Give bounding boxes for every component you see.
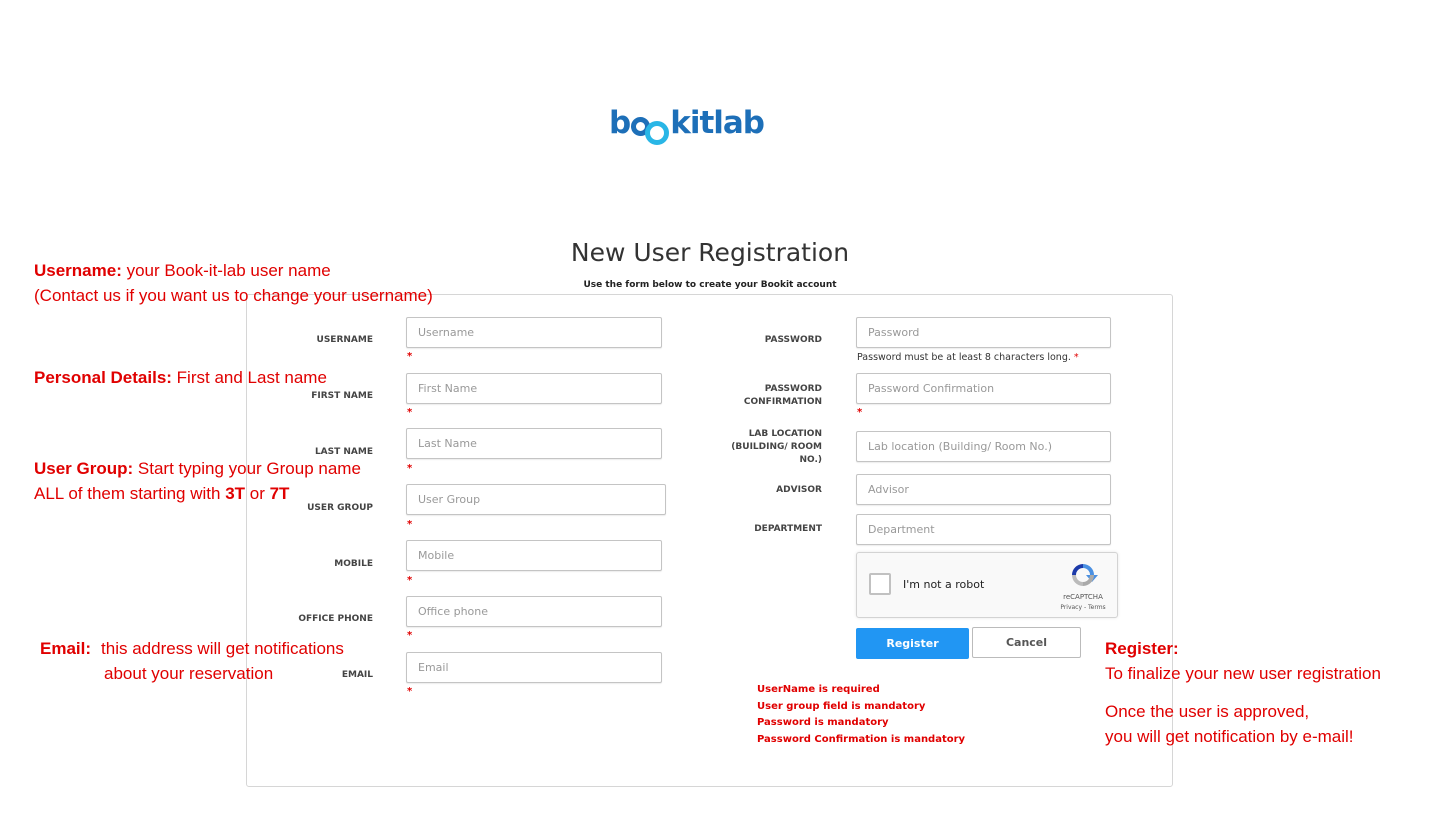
- first-name-label: FIRST NAME: [311, 391, 373, 401]
- mobile-input[interactable]: [406, 540, 662, 571]
- department-input[interactable]: [856, 514, 1111, 545]
- username-input[interactable]: [406, 317, 662, 348]
- mobile-label: MOBILE: [334, 559, 373, 569]
- office-phone-input[interactable]: [406, 596, 662, 627]
- annotation-user-group: User Group: Start typing your Group name…: [34, 459, 361, 503]
- page-title: New User Registration: [570, 238, 850, 267]
- last-name-input[interactable]: [406, 428, 662, 459]
- password-label: PASSWORD: [764, 335, 822, 345]
- office-phone-label: OFFICE PHONE: [298, 614, 373, 624]
- page-subtitle: Use the form below to create your Bookit…: [583, 280, 837, 290]
- annotation-personal-details: Personal Details: First and Last name: [34, 368, 327, 387]
- annotation-email: Email: this address will get notification…: [40, 639, 344, 683]
- recaptcha-terms-link[interactable]: Privacy - Terms: [1053, 604, 1113, 611]
- first-name-input[interactable]: [406, 373, 662, 404]
- username-required-marker: *: [407, 351, 413, 362]
- annotation-username: Username: your Book-it-lab user name (Co…: [34, 261, 433, 305]
- validation-errors: UserName is required User group field is…: [757, 682, 965, 748]
- password-confirmation-label: PASSWORD CONFIRMATION: [743, 384, 822, 407]
- lab-location-label: LAB LOCATION (BUILDING/ ROOM NO.): [731, 429, 822, 465]
- first-name-required-marker: *: [407, 407, 413, 418]
- user-group-required-marker: *: [407, 519, 413, 530]
- error-message: UserName is required: [757, 684, 880, 695]
- logo-letter-b: b: [609, 105, 631, 141]
- password-hint: Password must be at least 8 characters l…: [857, 352, 1079, 363]
- user-group-input[interactable]: [406, 484, 666, 515]
- cancel-button[interactable]: Cancel: [972, 627, 1081, 658]
- advisor-input[interactable]: [856, 474, 1111, 505]
- lab-location-input[interactable]: [856, 431, 1111, 462]
- last-name-required-marker: *: [407, 463, 413, 474]
- recaptcha-icon: [1072, 564, 1098, 586]
- annotation-register: Register: To finalize your new user regi…: [1105, 639, 1381, 746]
- bookitlab-logo: b kit lab: [609, 100, 765, 146]
- password-hint-marker: *: [1073, 352, 1079, 363]
- advisor-label: ADVISOR: [776, 485, 822, 495]
- error-message: User group field is mandatory: [757, 700, 926, 712]
- recaptcha-checkbox[interactable]: [869, 573, 891, 595]
- recaptcha-widget: I'm not a robot reCAPTCHA Privacy - Term…: [856, 552, 1118, 618]
- office-phone-required-marker: *: [407, 630, 413, 641]
- password-confirmation-input[interactable]: [856, 373, 1111, 404]
- mobile-required-marker: *: [407, 575, 413, 586]
- error-message: Password Confirmation is mandatory: [757, 733, 966, 745]
- recaptcha-brand: reCAPTCHA: [1063, 593, 1103, 601]
- username-label: USERNAME: [316, 335, 373, 345]
- recaptcha-label: I'm not a robot: [903, 578, 985, 591]
- email-required-marker: *: [407, 686, 413, 697]
- password-confirmation-required-marker: *: [857, 407, 863, 418]
- error-message: Password is mandatory: [757, 717, 889, 728]
- logo-kit: kit: [670, 105, 714, 141]
- logo-rings-icon: [631, 106, 670, 145]
- logo-lab: lab: [713, 105, 765, 141]
- register-button[interactable]: Register: [856, 628, 969, 659]
- password-input[interactable]: [856, 317, 1111, 348]
- email-input[interactable]: [406, 652, 662, 683]
- department-label: DEPARTMENT: [754, 524, 822, 534]
